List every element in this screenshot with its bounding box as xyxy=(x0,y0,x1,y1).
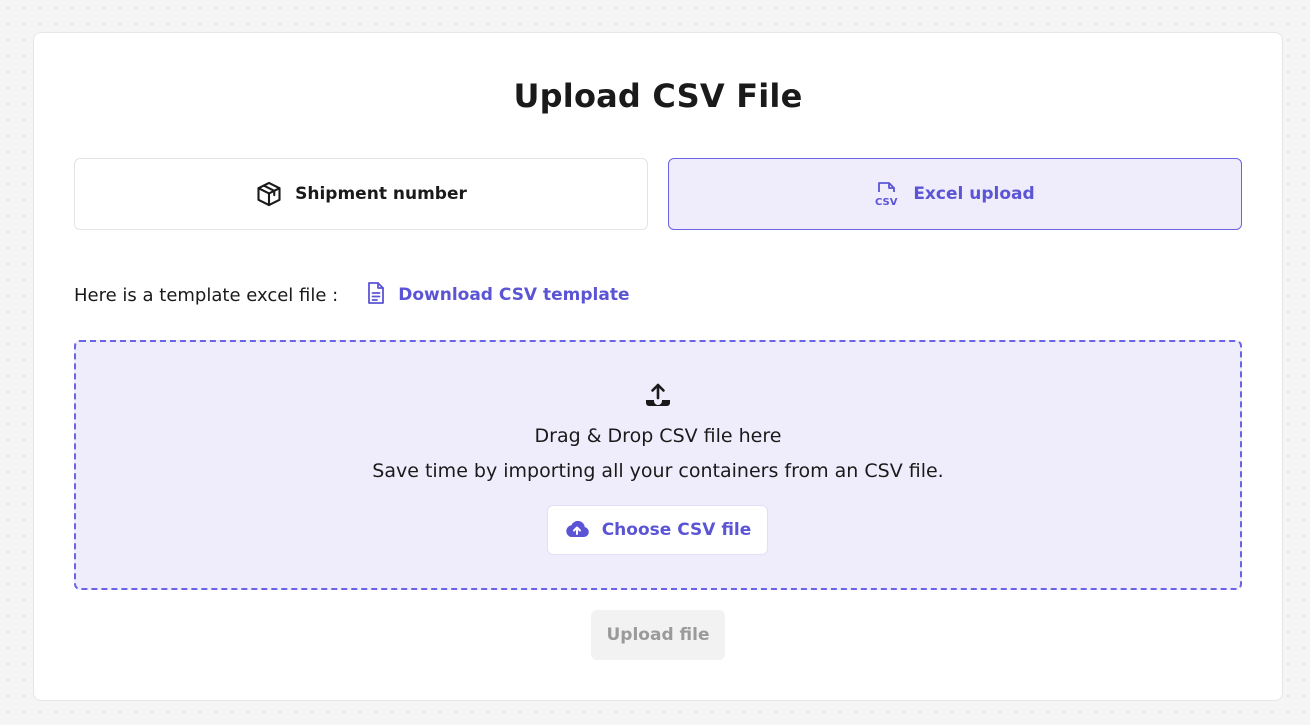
package-icon xyxy=(255,180,283,208)
template-row: Here is a template excel file : Download… xyxy=(74,281,630,310)
upload-tray-icon xyxy=(76,382,1240,408)
choose-button-label: Choose CSV file xyxy=(601,520,752,540)
csv-dropzone[interactable]: Drag & Drop CSV file here Save time by i… xyxy=(74,340,1242,590)
tab-shipment-label: Shipment number xyxy=(295,184,467,204)
choose-csv-file-button[interactable]: Choose CSV file xyxy=(547,505,768,555)
cloud-upload-icon xyxy=(564,518,590,543)
tab-excel-label: Excel upload xyxy=(913,184,1035,204)
template-label: Here is a template excel file : xyxy=(74,284,339,306)
download-link-label: Download CSV template xyxy=(398,285,630,305)
svg-text:CSV: CSV xyxy=(875,197,898,208)
csv-file-icon: CSV xyxy=(875,180,901,208)
page-title: Upload CSV File xyxy=(513,77,803,115)
tab-excel-upload[interactable]: CSV Excel upload xyxy=(668,158,1242,230)
download-csv-template-link[interactable]: Download CSV template xyxy=(366,281,630,310)
document-icon xyxy=(366,281,386,310)
dropzone-subtitle: Save time by importing all your containe… xyxy=(372,460,944,482)
dropzone-title: Drag & Drop CSV file here xyxy=(534,425,782,447)
upload-card: Upload CSV File Shipment number CSV Exce… xyxy=(33,32,1283,701)
tab-shipment-number[interactable]: Shipment number xyxy=(74,158,648,230)
upload-file-button[interactable]: Upload file xyxy=(591,610,725,660)
